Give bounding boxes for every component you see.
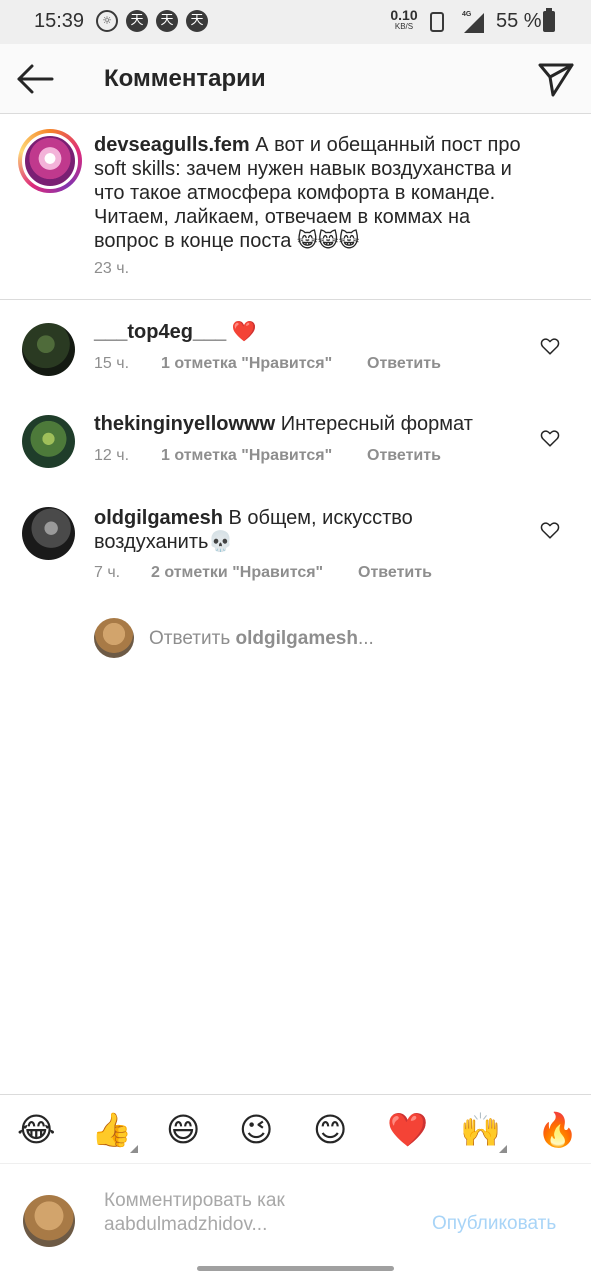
like-comment-button[interactable]: [539, 427, 561, 449]
commenter-avatar[interactable]: [22, 415, 75, 468]
emoji-raising-hands[interactable]: 🙌: [460, 1111, 508, 1153]
arrow-left-icon: [17, 64, 54, 94]
heart-outline-icon: [540, 522, 560, 539]
emoji-fire[interactable]: 🔥: [537, 1111, 578, 1149]
post-caption: devseagulls.fem А вот и обещанный пост п…: [0, 115, 591, 300]
comment-item: oldgilgamesh В общем, искусство воздухан…: [0, 484, 591, 604]
notification-icon-3: 天: [186, 10, 208, 32]
current-user-avatar: [94, 618, 134, 658]
commenter-username[interactable]: oldgilgamesh: [94, 507, 223, 529]
post-author-avatar: [22, 133, 78, 189]
page-title: Комментарии: [104, 65, 266, 92]
comment-timestamp: 12 ч.: [94, 447, 130, 464]
story-ring[interactable]: [18, 129, 82, 193]
notification-icons: ☼ 天 天 天: [96, 10, 208, 32]
comment-item: thekinginyellowww Интересный формат 12 ч…: [0, 392, 591, 484]
comment-input[interactable]: Комментировать как aabdulmadzhidov...: [104, 1189, 404, 1241]
emoji-tears-of-joy[interactable]: 😂: [17, 1111, 56, 1149]
comment-composer: Комментировать как aabdulmadzhidov... Оп…: [0, 1165, 591, 1280]
notification-icon-2: 天: [156, 10, 178, 32]
post-comment-button[interactable]: Опубликовать: [432, 1213, 556, 1235]
like-comment-button[interactable]: [539, 335, 561, 357]
commenter-username[interactable]: thekinginyellowww: [94, 413, 275, 435]
comment-body: Интересный формат: [280, 413, 473, 435]
heart-outline-icon: [540, 338, 560, 355]
comment-likes-link[interactable]: 1 отметка "Нравится": [161, 447, 332, 465]
commenter-avatar[interactable]: [22, 507, 75, 560]
battery-percent: 55 %: [496, 10, 542, 32]
emoji-grinning[interactable]: 😄: [166, 1111, 200, 1149]
emoji-smiling[interactable]: 😊: [313, 1111, 347, 1149]
comment-likes-link[interactable]: 1 отметка "Нравится": [161, 355, 332, 373]
emoji-thumbs-up[interactable]: 👍: [91, 1111, 139, 1153]
comment-text: thekinginyellowww Интересный формат: [94, 412, 524, 436]
skin-tone-indicator: [130, 1145, 139, 1153]
like-comment-button[interactable]: [539, 519, 561, 541]
heart-outline-icon: [540, 430, 560, 447]
vibrate-icon: [430, 12, 444, 32]
notification-icon-1: 天: [126, 10, 148, 32]
back-button[interactable]: [10, 57, 58, 101]
share-button[interactable]: [534, 57, 578, 101]
emoji-winking[interactable]: 😉: [239, 1111, 273, 1149]
quick-emoji-bar: 😂 👍 😄 😉 😊 ❤️ 🙌 🔥: [0, 1094, 591, 1164]
paper-plane-icon: [538, 63, 574, 97]
comment-timestamp: 15 ч.: [94, 355, 130, 372]
commenter-username[interactable]: ___top4eg___: [94, 321, 226, 343]
emoji-heart[interactable]: ❤️: [387, 1111, 428, 1149]
status-bar: 15:39 ☼ 天 天 天 0.10 KB/S 4G 55 %: [0, 0, 591, 44]
skin-tone-indicator: [499, 1145, 508, 1153]
header-bar: Комментарии: [0, 44, 591, 114]
comment-body: ❤️: [231, 321, 257, 343]
battery-icon: [543, 8, 555, 32]
current-user-avatar: [23, 1195, 75, 1247]
comment-text: ___top4eg___ ❤️: [94, 320, 524, 344]
post-caption-text: devseagulls.fem А вот и обещанный пост п…: [94, 133, 534, 253]
reply-prompt-text: Ответить oldgilgamesh...: [149, 628, 374, 649]
comment-timestamp: 7 ч.: [94, 564, 121, 581]
post-timestamp: 23 ч.: [94, 260, 130, 277]
status-time: 15:39: [34, 10, 85, 32]
network-speed: 0.10 KB/S: [390, 7, 418, 31]
reply-to-comment-prompt[interactable]: Ответить oldgilgamesh...: [94, 618, 554, 658]
comment-likes-link[interactable]: 2 отметки "Нравится": [151, 564, 323, 582]
comment-item: ___top4eg___ ❤️ 15 ч. 1 отметка "Нравитс…: [0, 300, 591, 392]
post-author-username[interactable]: devseagulls.fem: [94, 134, 250, 156]
commenter-avatar[interactable]: [22, 323, 75, 376]
comment-text: oldgilgamesh В общем, искусство воздухан…: [94, 506, 434, 554]
notification-app-icon: ☼: [96, 10, 118, 32]
home-gesture-bar[interactable]: [197, 1266, 394, 1271]
signal-icon: 4G: [456, 11, 484, 33]
reply-button[interactable]: Ответить: [367, 447, 441, 465]
reply-button[interactable]: Ответить: [358, 564, 432, 582]
reply-button[interactable]: Ответить: [367, 355, 441, 373]
